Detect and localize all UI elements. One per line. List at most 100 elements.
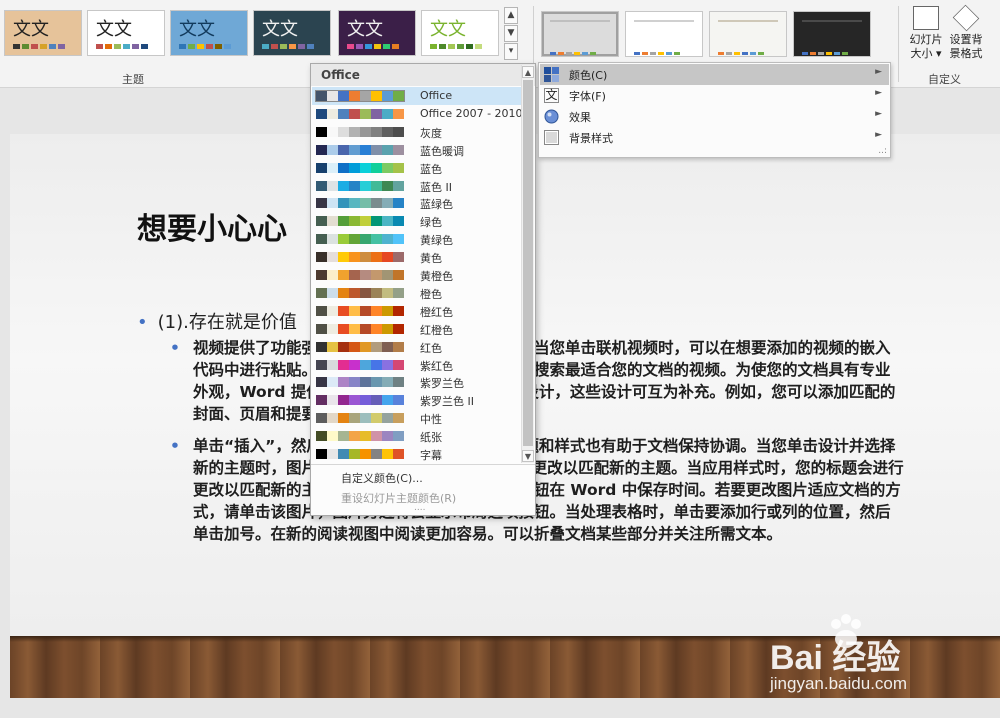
- resize-grip[interactable]: ..:: [878, 146, 887, 156]
- color-chip: [338, 198, 349, 209]
- submenu-item-colors[interactable]: 颜色(C) ►: [540, 64, 889, 85]
- color-scheme-label: 黄橙色: [420, 270, 453, 283]
- theme-color-bars: [347, 44, 399, 49]
- color-chip: [374, 44, 381, 49]
- variant-thumbnail[interactable]: [793, 11, 871, 57]
- color-chip: [316, 216, 327, 227]
- theme-thumbnail[interactable]: 文文: [338, 10, 416, 56]
- color-chip: [327, 144, 338, 155]
- color-scheme-item[interactable]: Office: [312, 87, 522, 105]
- color-scheme-item[interactable]: Office 2007 - 2010: [312, 105, 523, 123]
- color-scheme-item[interactable]: 绿色: [312, 212, 522, 230]
- gallery-scroll-down-icon[interactable]: ▼: [504, 25, 518, 42]
- variant-title-line: [802, 20, 862, 22]
- color-chip: [316, 144, 327, 155]
- gallery-more-icon[interactable]: ▾: [504, 43, 518, 60]
- submenu-item-background-styles[interactable]: 背景样式 ►: [540, 127, 889, 148]
- color-scheme-item[interactable]: 纸张: [312, 427, 522, 445]
- variant-thumbnail[interactable]: [709, 11, 787, 57]
- theme-thumbnail[interactable]: 文文: [253, 10, 331, 56]
- color-chip: [371, 91, 382, 101]
- submenu-item-fonts[interactable]: 文 字体(F) ►: [540, 85, 889, 106]
- color-scheme-item[interactable]: 蓝绿色: [312, 194, 522, 212]
- color-chip: [382, 234, 393, 245]
- color-chip: [371, 413, 382, 424]
- resize-grip[interactable]: ....: [414, 503, 425, 513]
- color-scheme-item[interactable]: 紫罗兰色 II: [312, 391, 522, 409]
- color-scheme-item[interactable]: 蓝色暖调: [312, 141, 522, 159]
- color-chip: [338, 91, 349, 101]
- color-scheme-item[interactable]: 黄橙色: [312, 266, 522, 284]
- color-chip: [582, 52, 588, 55]
- color-chip: [188, 44, 195, 49]
- theme-thumbnail[interactable]: 文文: [4, 10, 82, 56]
- color-scheme-item[interactable]: 红色: [312, 338, 522, 356]
- color-scheme-item[interactable]: 黄绿色: [312, 230, 522, 248]
- color-scheme-item[interactable]: 黄色: [312, 248, 522, 266]
- color-chip: [382, 144, 393, 155]
- color-scheme-item[interactable]: 橙红色: [312, 302, 522, 320]
- color-chip: [466, 44, 473, 49]
- dropdown-scrollbar[interactable]: ▲ ▼: [521, 65, 534, 463]
- scroll-up-icon[interactable]: ▲: [522, 66, 534, 78]
- variant-thumbnail[interactable]: [625, 11, 703, 57]
- scroll-down-icon[interactable]: ▼: [522, 450, 534, 462]
- watermark-url: jingyan.baidu.com: [770, 674, 908, 693]
- color-scheme-item[interactable]: 灰度: [312, 123, 522, 141]
- gallery-scroll-up-icon[interactable]: ▲: [504, 7, 518, 24]
- color-chip: [382, 198, 393, 209]
- color-chip: [371, 395, 382, 406]
- color-chip: [105, 44, 112, 49]
- color-chip: [206, 44, 213, 49]
- color-chip: [371, 305, 382, 316]
- color-chip: [393, 359, 404, 370]
- submenu-label: 背景样式: [569, 132, 613, 145]
- scrollbar-thumb[interactable]: [523, 80, 533, 446]
- color-scheme-label: 黄色: [420, 252, 442, 266]
- theme-thumbnail[interactable]: 文文: [170, 10, 248, 56]
- color-chip: [316, 431, 327, 442]
- color-chip: [371, 287, 382, 298]
- color-chip: [327, 216, 338, 227]
- color-chip: [347, 44, 354, 49]
- color-chip: [96, 44, 103, 49]
- color-chip: [360, 341, 371, 352]
- variant-thumbnail[interactable]: [541, 11, 619, 57]
- body-paragraph-2[interactable]: • 单击“插入”，然后从不同库中选择所需元素。主题和样式也有助于文档保持协调。当…: [170, 435, 905, 545]
- color-chip: [393, 431, 404, 442]
- color-scheme-item[interactable]: 橙色: [312, 284, 522, 302]
- theme-thumbnail[interactable]: 文文: [421, 10, 499, 56]
- themes-group-label: 主题: [122, 73, 144, 86]
- color-scheme-label: 橙红色: [420, 305, 453, 319]
- color-chip: [566, 52, 572, 55]
- slide-size-icon: [913, 6, 939, 30]
- color-scheme-item[interactable]: 字幕: [312, 445, 522, 463]
- color-chip: [360, 216, 371, 227]
- color-chip: [262, 44, 269, 49]
- color-chip: [448, 44, 455, 49]
- theme-color-bars: [179, 44, 231, 49]
- color-chip: [327, 234, 338, 245]
- submenu-item-effects[interactable]: 效果 ►: [540, 106, 889, 127]
- custom-colors-item[interactable]: 自定义颜色(C)...: [341, 470, 423, 486]
- color-scheme-item[interactable]: 蓝色: [312, 159, 522, 177]
- color-chip: [40, 44, 47, 49]
- font-icon: 文: [544, 88, 559, 103]
- color-scheme-item[interactable]: 紫罗兰色: [312, 373, 522, 391]
- color-scheme-item[interactable]: 紫红色: [312, 356, 522, 374]
- color-scheme-item[interactable]: 红橙色: [312, 320, 522, 338]
- color-swatch-strip: [316, 252, 404, 263]
- theme-thumbnail[interactable]: 文文: [87, 10, 165, 56]
- format-background-button[interactable]: 设置背 景格式: [946, 4, 986, 61]
- color-scheme-item[interactable]: 中性: [312, 409, 522, 427]
- slide-size-button[interactable]: 幻灯片 大小 ▾: [904, 6, 948, 61]
- color-swatch-strip: [316, 323, 404, 334]
- color-chip: [327, 341, 338, 352]
- color-scheme-item[interactable]: 蓝色 II: [312, 177, 522, 195]
- color-scheme-label: 黄绿色: [420, 234, 453, 248]
- color-chip: [316, 323, 327, 334]
- slide-title[interactable]: 想要小心心: [137, 204, 287, 248]
- body-paragraph-1[interactable]: • 视频提供了功能强大的方法帮助您证明您的观点。当您单击联机视频时，可以在想要添…: [170, 337, 905, 425]
- bullet-level1[interactable]: • (1).存在就是价值: [137, 308, 297, 334]
- colors-dropdown: Office Office Office 2007 - 2010 灰度 蓝色暖调 蓝色蓝…: [310, 63, 536, 516]
